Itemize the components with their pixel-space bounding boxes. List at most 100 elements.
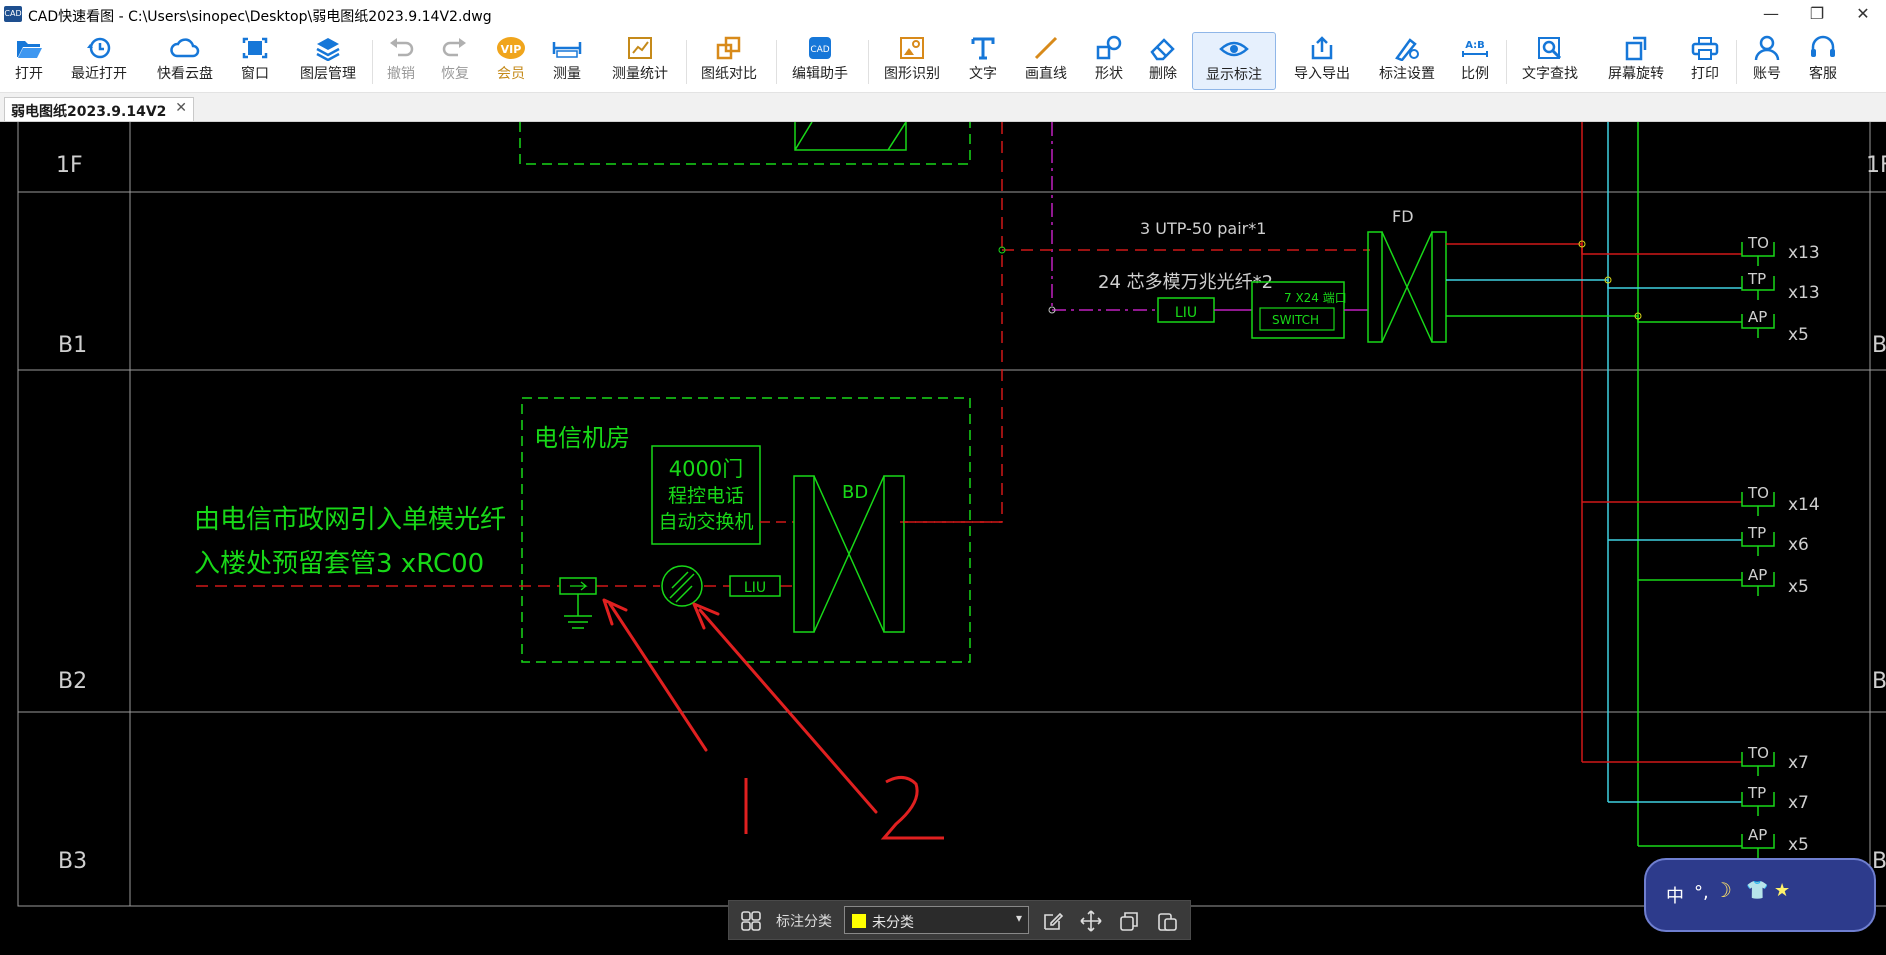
undo-icon (390, 38, 414, 57)
pbx-label: 程控电话 (668, 485, 744, 507)
floor-label: B2 (58, 669, 87, 694)
pbx-label: 自动交换机 (658, 511, 753, 533)
edit-assistant-button[interactable]: CAD 编辑助手 (782, 32, 858, 90)
document-tab-bar: 弱电图纸2023.9.14V2 ✕ (0, 93, 1886, 122)
incoming-conduit-label: 入楼处预留套管3 xRC00 (194, 549, 484, 579)
redo-button[interactable]: 恢复 (432, 32, 478, 90)
outlet-type: AP (1748, 308, 1767, 326)
measure-stats-button[interactable]: 测量统计 (602, 32, 678, 90)
switch-label: SWITCH (1272, 313, 1319, 327)
recent-open-button[interactable]: 最近打开 (62, 32, 136, 90)
ime-toolbar[interactable]: 中 °, ☽ 👕 ★ (1644, 858, 1876, 932)
text-search-icon (1538, 37, 1562, 60)
annotation-category-bar: 标注分类 未分类 ▾ (728, 900, 1191, 940)
rotate-screen-button[interactable]: 屏幕旋转 (1598, 32, 1674, 90)
customer-service-button[interactable]: 客服 (1800, 32, 1846, 90)
folder-open-icon (17, 41, 42, 58)
bd-label: BD (842, 482, 868, 503)
cad-edit-icon: CAD (809, 37, 831, 59)
scale-icon: A:B (1462, 40, 1488, 57)
outlet-count: x7 (1788, 793, 1809, 813)
restore-button[interactable]: ❐ (1794, 0, 1840, 30)
print-button[interactable]: 打印 (1682, 32, 1728, 90)
close-button[interactable]: ✕ (1840, 0, 1886, 30)
vip-button[interactable]: VIP 会员 (488, 32, 534, 90)
switch-ports-label: 7 X24 端口 (1284, 291, 1347, 305)
utp-cable-label: 3 UTP-50 pair*1 (1140, 219, 1266, 238)
outlet-type: TO (1747, 234, 1769, 252)
import-export-button[interactable]: 导入导出 (1284, 32, 1360, 90)
minimize-button[interactable]: — (1748, 0, 1794, 30)
shape-recognize-button[interactable]: 图形识别 (874, 32, 950, 90)
grid-menu-icon[interactable] (739, 909, 763, 933)
shapes-button[interactable]: 形状 (1086, 32, 1132, 90)
main-toolbar: 打开 最近打开 快看云盘 窗口 图层管理 撤销 恢复 VIP 会员 测量 测量统… (0, 30, 1886, 93)
cloud-drive-button[interactable]: 快看云盘 (148, 32, 222, 90)
move-icon[interactable] (1079, 909, 1103, 933)
liu-label: LIU (744, 580, 766, 596)
annotation-category-select[interactable]: 未分类 ▾ (844, 906, 1029, 934)
annotation-settings-button[interactable]: 标注设置 (1368, 32, 1446, 90)
shape-recognize-icon (900, 37, 924, 59)
svg-text:VIP: VIP (501, 43, 522, 56)
measure-button[interactable]: 测量 (544, 32, 590, 90)
cad-drawing: 1F B1 B2 B3 1F B B B 3 UTP-50 pair*1 24 … (17, 122, 1886, 907)
app-logo-icon: CAD (4, 6, 22, 22)
text-icon (971, 37, 995, 60)
paste-icon[interactable] (1155, 909, 1179, 933)
tab-drawing[interactable]: 弱电图纸2023.9.14V2 ✕ (4, 97, 194, 121)
import-export-icon (1311, 36, 1333, 60)
edit-icon[interactable] (1041, 909, 1065, 933)
undo-button[interactable]: 撤销 (378, 32, 424, 90)
tab-close-icon[interactable]: ✕ (175, 100, 187, 116)
outlet-type: TP (1747, 524, 1766, 542)
incoming-fiber-label: 由电信市政网引入单模光纤 (194, 505, 506, 535)
drawing-compare-button[interactable]: 图纸对比 (692, 32, 766, 90)
title-bar: CAD CAD快速看图 - C:\Users\sinopec\Desktop\弱… (0, 0, 1886, 30)
layers-icon (316, 38, 340, 61)
printer-icon (1691, 37, 1719, 60)
scale-button[interactable]: A:B 比例 (1452, 32, 1498, 90)
toolbar-separator (868, 40, 869, 84)
compare-icon (716, 36, 741, 60)
ruler-icon (552, 42, 582, 58)
ime-mode[interactable]: 中 (1666, 882, 1684, 908)
cloud-icon (170, 38, 200, 58)
outlet-count: x5 (1788, 325, 1809, 345)
moon-icon[interactable]: ☽ (1714, 878, 1732, 902)
annotation-arrow (698, 608, 878, 814)
outlet-count: x6 (1788, 535, 1809, 555)
annotation-category-label: 标注分类 (776, 914, 832, 930)
category-color-swatch (852, 914, 866, 928)
text-button[interactable]: 文字 (960, 32, 1006, 90)
delete-button[interactable]: 删除 (1140, 32, 1186, 90)
open-button[interactable]: 打开 (4, 32, 54, 90)
window-button[interactable]: 窗口 (232, 32, 278, 90)
rotate-screen-icon (1625, 36, 1647, 61)
history-icon (87, 37, 111, 59)
copy-icon[interactable] (1117, 909, 1141, 933)
line-icon (1034, 36, 1058, 60)
outlet-type: AP (1748, 826, 1767, 844)
show-annotations-button[interactable]: 显示标注 (1192, 32, 1276, 90)
redo-icon (442, 38, 466, 57)
floor-label: B1 (58, 333, 87, 358)
tab-label: 弱电图纸2023.9.14V2 (11, 104, 167, 120)
skin-icon[interactable]: 👕 (1746, 880, 1768, 901)
liu-label: LIU (1175, 305, 1197, 321)
layer-manager-button[interactable]: 图层管理 (290, 32, 366, 90)
cad-drawing-canvas[interactable]: 1F B1 B2 B3 1F B B B 3 UTP-50 pair*1 24 … (0, 122, 1886, 955)
floor-label: B (1872, 333, 1886, 358)
floor-label: B (1872, 669, 1886, 694)
text-search-button[interactable]: 文字查找 (1512, 32, 1588, 90)
outlet-count: x14 (1788, 495, 1820, 515)
toolbar-separator (1506, 40, 1507, 84)
outlet-count: x5 (1788, 577, 1809, 597)
account-button[interactable]: 账号 (1744, 32, 1790, 90)
draw-line-button[interactable]: 画直线 (1018, 32, 1074, 90)
outlet-count: x13 (1788, 283, 1820, 303)
chevron-down-icon: ▾ (1015, 911, 1022, 925)
star-icon[interactable]: ★ (1774, 880, 1790, 901)
annotation-settings-icon (1395, 38, 1419, 61)
ime-punctuation-icon[interactable]: °, (1694, 882, 1709, 903)
